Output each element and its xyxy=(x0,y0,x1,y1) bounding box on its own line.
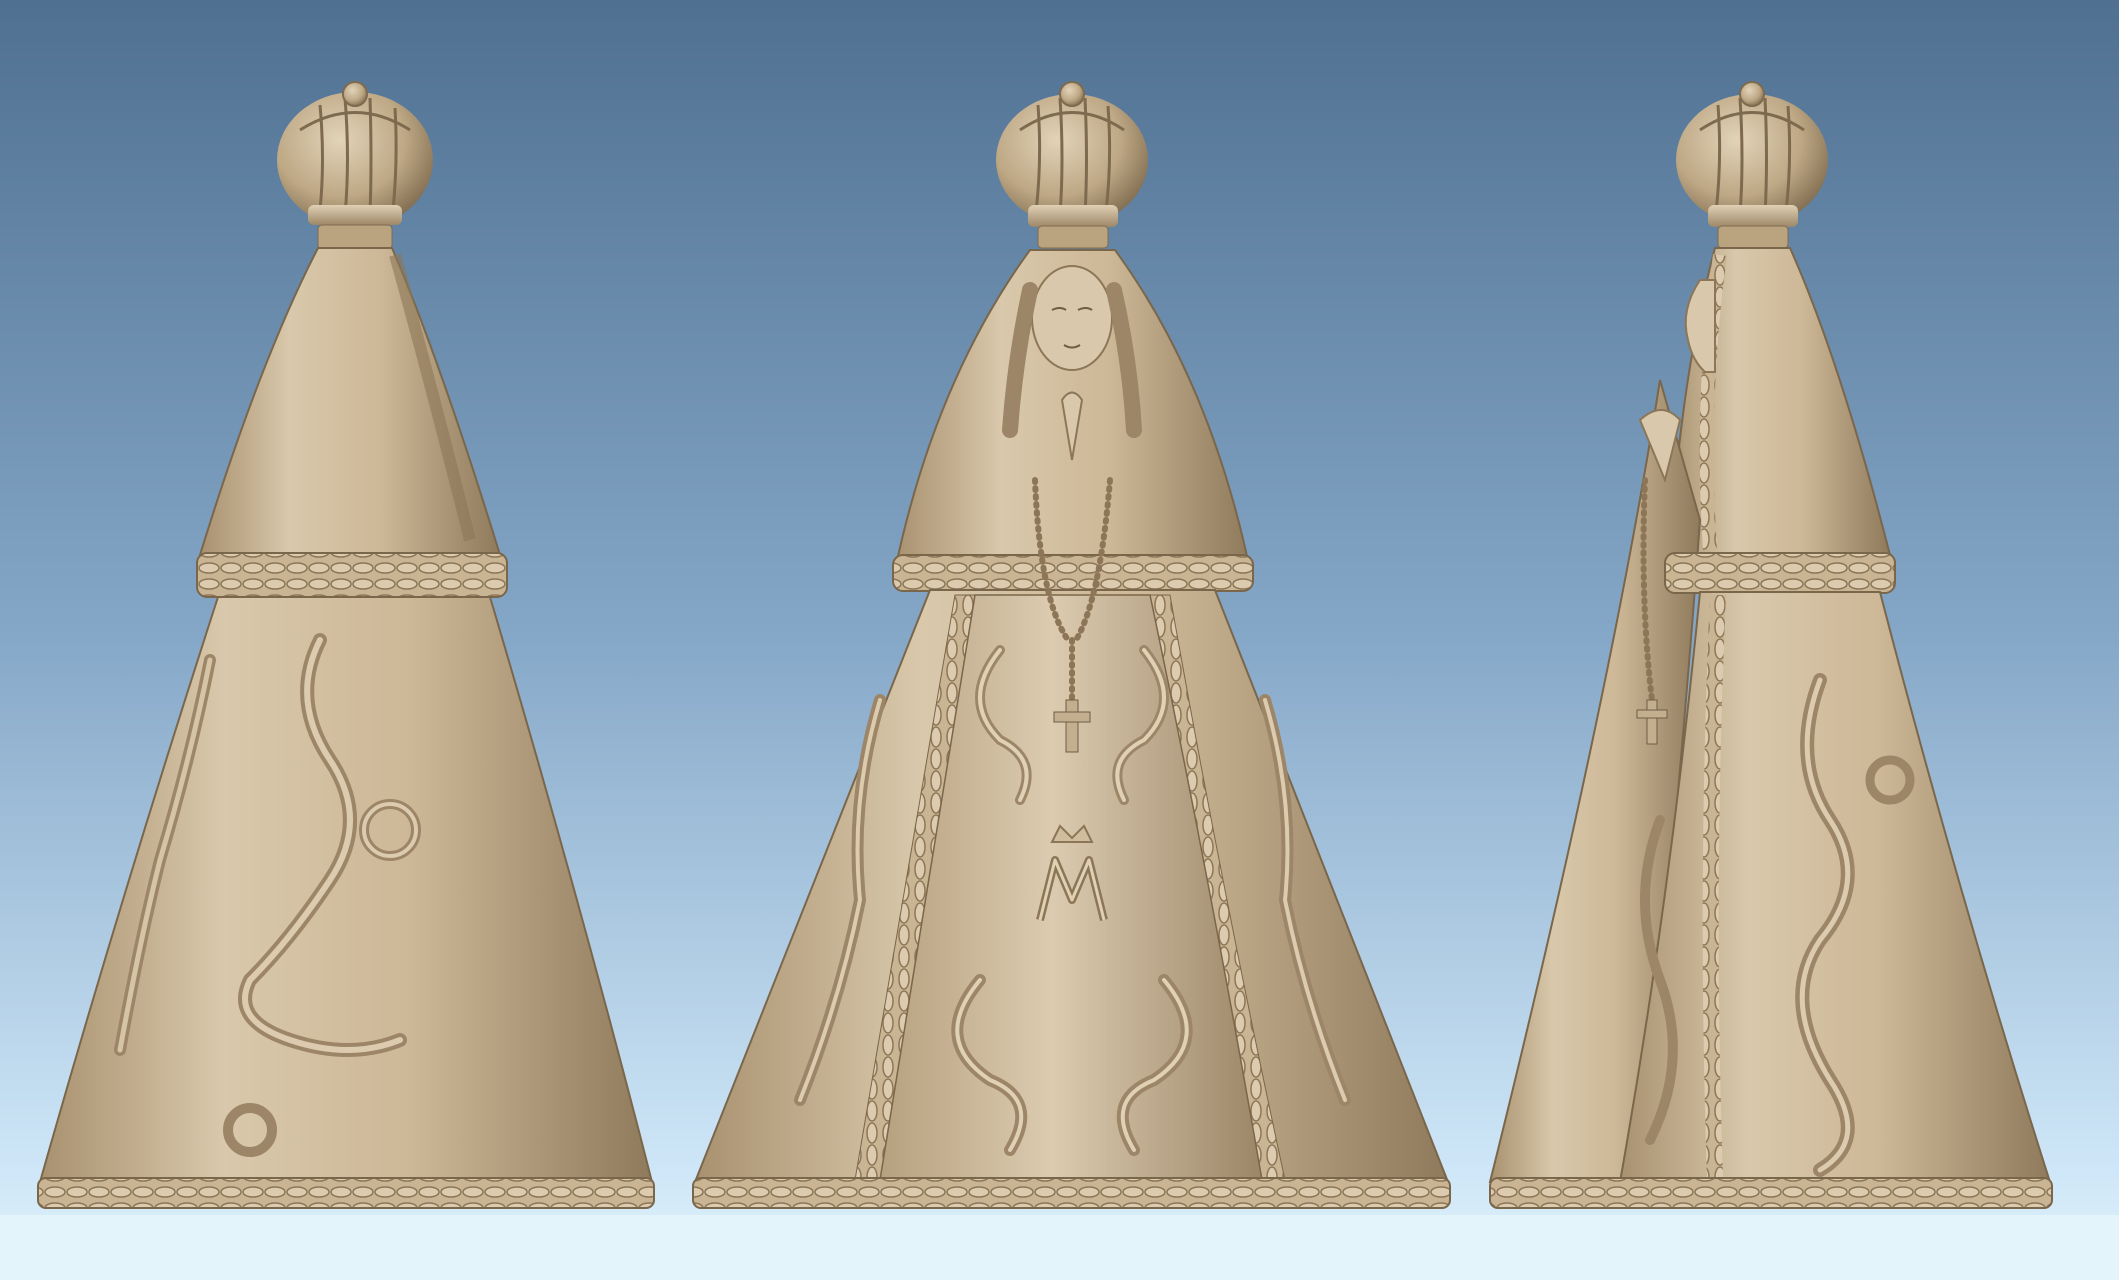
floor xyxy=(0,1215,2119,1280)
statue-render-canvas xyxy=(0,0,2119,1280)
face-front xyxy=(1031,265,1113,371)
render-scene xyxy=(0,0,2119,1280)
